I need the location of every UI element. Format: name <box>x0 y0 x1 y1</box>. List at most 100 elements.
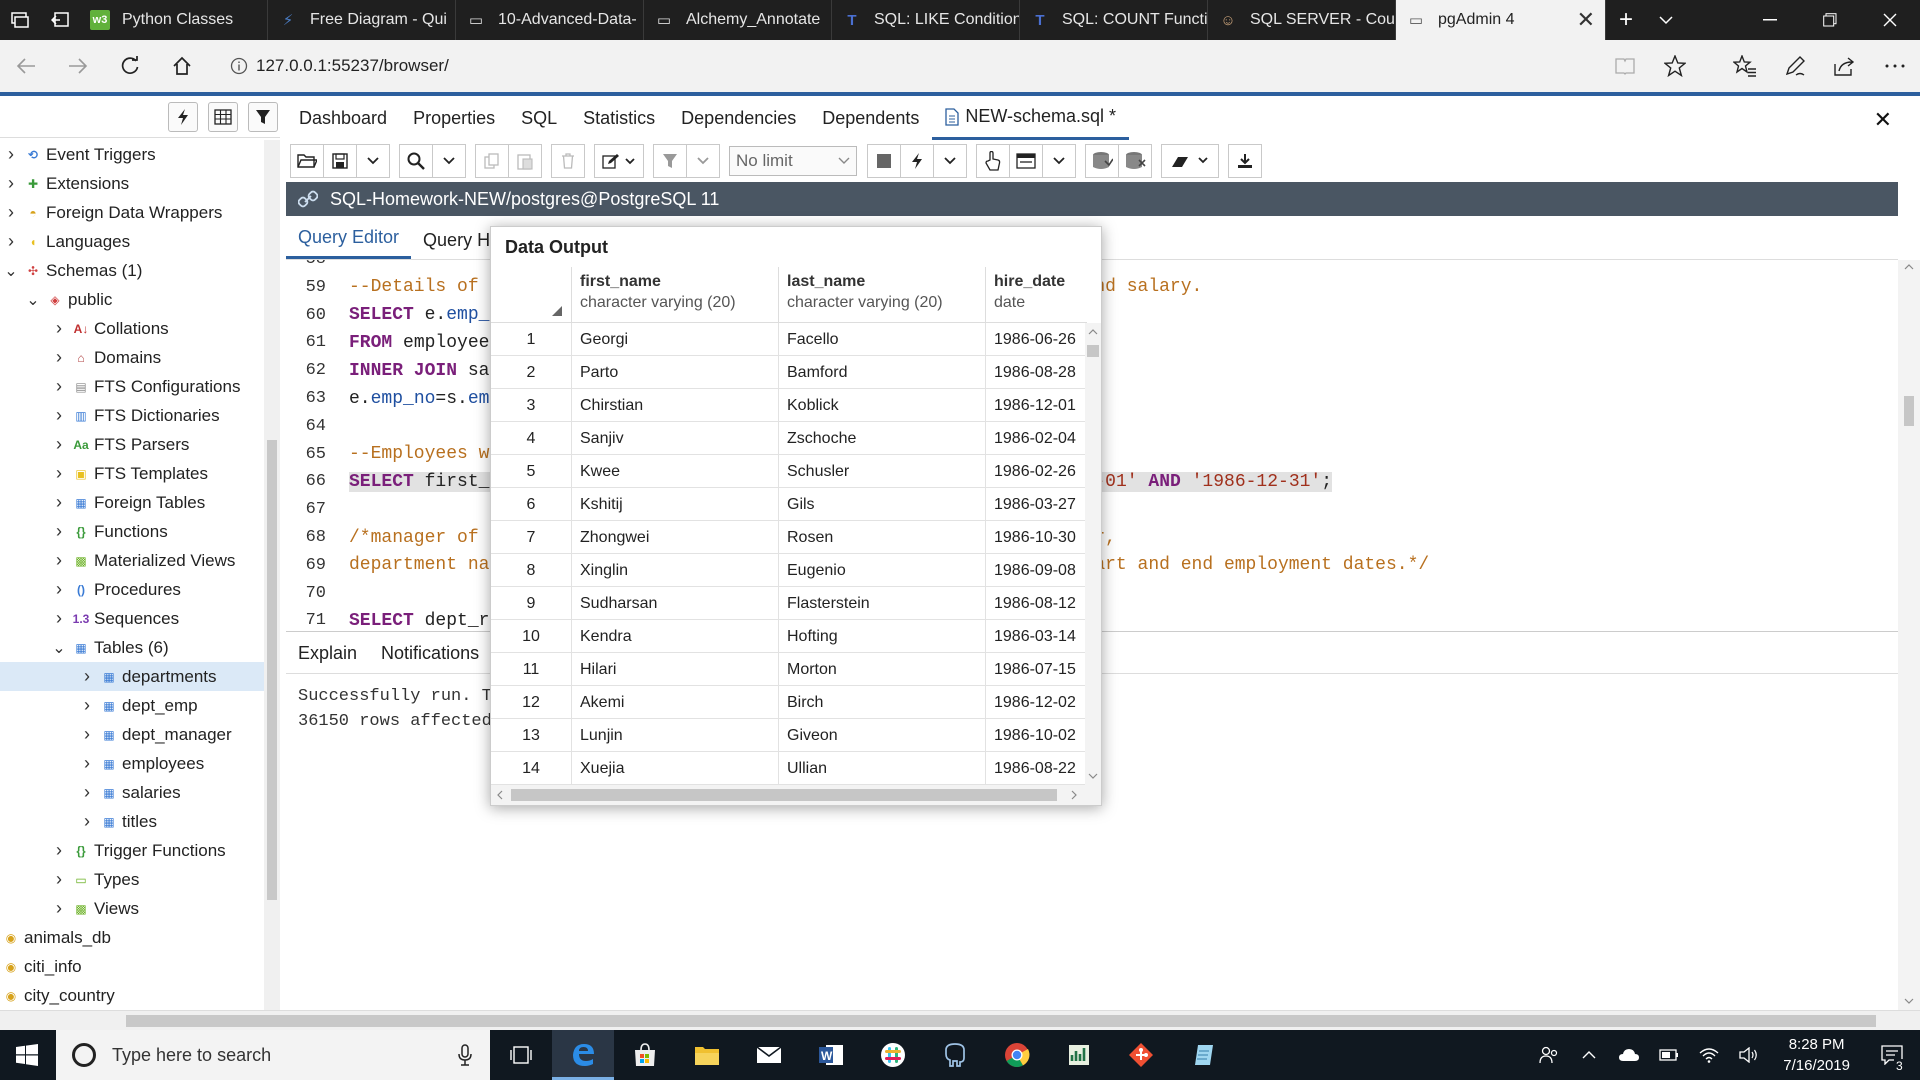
chevron-right-icon[interactable]: › <box>52 840 66 861</box>
more-options-icon[interactable] <box>1870 40 1920 92</box>
last-name-cell[interactable]: Birch <box>778 686 985 719</box>
store-icon[interactable] <box>614 1030 676 1080</box>
delete-row-button[interactable] <box>551 144 585 178</box>
close-window-button[interactable] <box>1860 0 1920 40</box>
row-number-cell[interactable]: 13 <box>491 719 571 752</box>
close-tab-icon[interactable]: ✕ <box>1577 7 1595 33</box>
forward-button[interactable] <box>52 40 104 92</box>
chevron-right-icon[interactable]: › <box>52 898 66 919</box>
last-name-cell[interactable]: Eugenio <box>778 554 985 587</box>
last-name-cell[interactable]: Morton <box>778 653 985 686</box>
execute-options-chevron-icon[interactable] <box>933 144 967 178</box>
filter-button[interactable] <box>653 144 687 178</box>
data-output-panel[interactable]: Data Output first_name character varying… <box>490 226 1102 806</box>
tree-node[interactable]: › ▤ FTS Configurations <box>0 372 264 401</box>
row-number-cell[interactable]: 11 <box>491 653 571 686</box>
query-tool-button[interactable] <box>168 102 198 132</box>
excel-chart-icon[interactable] <box>1048 1030 1110 1080</box>
grid-vertical-scrollbar[interactable] <box>1085 323 1101 785</box>
taskbar-clock[interactable]: 8:28 PM 7/16/2019 <box>1783 1034 1850 1076</box>
column-header-last-name[interactable]: last_name character varying (20) <box>778 267 985 323</box>
browser-tab[interactable]: ⚡ Free Diagram - Qui <box>268 0 456 40</box>
view-data-button[interactable] <box>208 102 238 132</box>
refresh-button[interactable] <box>104 40 156 92</box>
tree-node[interactable]: › ▥ FTS Dictionaries <box>0 401 264 430</box>
tree-node[interactable]: › ▩ Views <box>0 894 264 923</box>
browser-tab[interactable]: ▭ pgAdmin 4 ✕ <box>1396 0 1606 40</box>
hire-date-cell[interactable]: 1986-12-02 <box>985 686 1087 719</box>
notepad-icon[interactable] <box>1172 1030 1234 1080</box>
tree-node[interactable]: › ⌂ Domains <box>0 343 264 372</box>
tree-node[interactable]: › ▦ departments <box>0 662 264 691</box>
people-icon[interactable] <box>1529 1046 1569 1064</box>
first-name-cell[interactable]: Sanjiv <box>571 422 778 455</box>
table-row[interactable]: 5 Kwee Schusler 1986-02-26 <box>491 455 1087 488</box>
chevron-right-icon[interactable]: › <box>4 202 18 223</box>
chevron-down-icon[interactable]: ⌄ <box>4 261 18 281</box>
copy-button[interactable] <box>475 144 509 178</box>
info-icon[interactable] <box>222 57 256 75</box>
microphone-icon[interactable] <box>458 1044 472 1066</box>
tab-back-icon[interactable] <box>40 0 80 40</box>
tree-node[interactable]: › ◓ Foreign Data Wrappers <box>0 198 264 227</box>
tree-node[interactable]: › ▦ employees <box>0 749 264 778</box>
table-row[interactable]: 7 Zhongwei Rosen 1986-10-30 <box>491 521 1087 554</box>
tree-node[interactable]: › ▣ FTS Templates <box>0 459 264 488</box>
hire-date-cell[interactable]: 1986-02-26 <box>985 455 1087 488</box>
save-file-button[interactable] <box>323 144 357 178</box>
hire-date-cell[interactable]: 1986-12-01 <box>985 389 1087 422</box>
chevron-right-icon[interactable]: › <box>4 173 18 194</box>
last-name-cell[interactable]: Hofting <box>778 620 985 653</box>
main-tab[interactable]: Dependencies <box>668 96 809 140</box>
save-options-chevron-icon[interactable] <box>356 144 390 178</box>
chevron-right-icon[interactable]: › <box>52 492 66 513</box>
first-name-cell[interactable]: Sudharsan <box>571 587 778 620</box>
chevron-right-icon[interactable]: › <box>80 666 94 687</box>
explain-button[interactable] <box>976 144 1010 178</box>
action-center-icon[interactable]: 3 <box>1864 1045 1920 1073</box>
chrome-icon[interactable] <box>986 1030 1048 1080</box>
row-number-cell[interactable]: 10 <box>491 620 571 653</box>
hire-date-cell[interactable]: 1986-10-30 <box>985 521 1087 554</box>
chevron-right-icon[interactable]: › <box>80 724 94 745</box>
row-number-cell[interactable]: 14 <box>491 752 571 785</box>
tree-node[interactable]: › Aa FTS Parsers <box>0 430 264 459</box>
reading-view-icon[interactable] <box>1600 40 1650 92</box>
column-header-hire-date[interactable]: hire_date date <box>985 267 1087 323</box>
word-icon[interactable]: W <box>800 1030 862 1080</box>
bottom-horizontal-scrollbar[interactable] <box>0 1010 1920 1030</box>
row-number-cell[interactable]: 12 <box>491 686 571 719</box>
tree-node[interactable]: › {} Trigger Functions <box>0 836 264 865</box>
tree-node[interactable]: › ▦ dept_emp <box>0 691 264 720</box>
open-file-button[interactable] <box>290 144 324 178</box>
table-row[interactable]: 2 Parto Bamford 1986-08-28 <box>491 356 1087 389</box>
tree-node[interactable]: › ▭ Types <box>0 865 264 894</box>
find-options-chevron-icon[interactable] <box>432 144 466 178</box>
row-number-cell[interactable]: 4 <box>491 422 571 455</box>
browser-tab[interactable]: w3 Python Classes <box>80 0 268 40</box>
connection-link-icon[interactable] <box>286 189 330 209</box>
main-tab[interactable]: Dependents <box>809 96 932 140</box>
table-row[interactable]: 11 Hilari Morton 1986-07-15 <box>491 653 1087 686</box>
web-note-pen-icon[interactable] <box>1770 40 1820 92</box>
tree-node[interactable]: › ▦ Foreign Tables <box>0 488 264 517</box>
last-name-cell[interactable]: Koblick <box>778 389 985 422</box>
tree-node[interactable]: › 1.3 Sequences <box>0 604 264 633</box>
tree-node[interactable]: › ▦ dept_manager <box>0 720 264 749</box>
last-name-cell[interactable]: Facello <box>778 323 985 356</box>
battery-icon[interactable] <box>1649 1049 1689 1061</box>
main-tab[interactable]: Dashboard <box>286 96 400 140</box>
table-row[interactable]: 8 Xinglin Eugenio 1986-09-08 <box>491 554 1087 587</box>
first-name-cell[interactable]: Hilari <box>571 653 778 686</box>
row-number-cell[interactable]: 9 <box>491 587 571 620</box>
row-number-cell[interactable]: 2 <box>491 356 571 389</box>
find-button[interactable] <box>399 144 433 178</box>
clear-button[interactable] <box>1161 144 1219 178</box>
share-icon[interactable] <box>1820 40 1870 92</box>
favorites-list-icon[interactable] <box>1720 40 1770 92</box>
output-tab[interactable]: Explain <box>286 643 369 664</box>
first-name-cell[interactable]: Kendra <box>571 620 778 653</box>
first-name-cell[interactable]: Chirstian <box>571 389 778 422</box>
first-name-cell[interactable]: Zhongwei <box>571 521 778 554</box>
chevron-up-icon[interactable] <box>1569 1051 1609 1059</box>
